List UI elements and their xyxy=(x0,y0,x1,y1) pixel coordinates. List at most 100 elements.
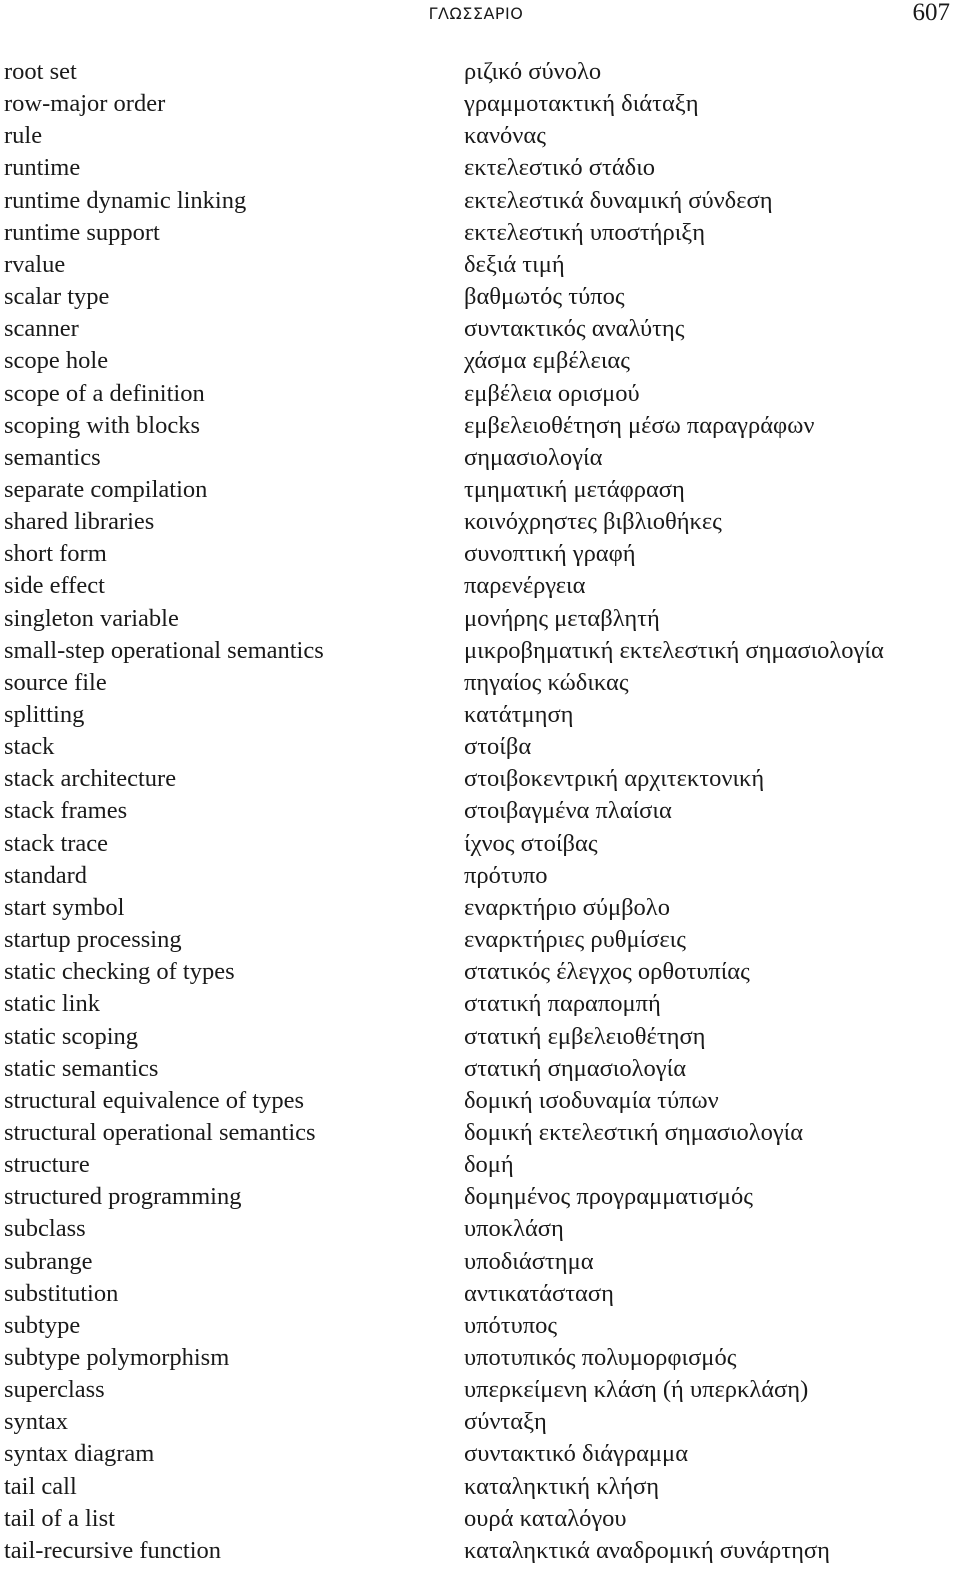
glossary-entry: syntax σύνταξη xyxy=(0,1406,960,1438)
english-term: small-step operational semantics xyxy=(4,636,324,664)
glossary-entry: standard πρότυπο xyxy=(0,860,960,892)
english-term: short form xyxy=(4,540,107,568)
english-term: stack trace xyxy=(4,829,109,857)
glossary-entry: rvalue δεξιά τιμή xyxy=(0,249,960,281)
greek-term: υποτυπικός πολυμορφισμός xyxy=(464,1344,737,1371)
glossary-entry: stack trace ίχνος στοίβας xyxy=(0,828,960,860)
greek-term: παρενέργεια xyxy=(464,572,586,600)
glossary-entry: subrange υποδιάστημα xyxy=(0,1246,960,1278)
english-term: runtime xyxy=(4,154,81,182)
english-term: startup processing xyxy=(4,926,182,954)
greek-term: δομική εκτελεστική σημασιολογία xyxy=(464,1118,804,1146)
greek-term: κανόνας xyxy=(464,122,546,150)
english-term: root set xyxy=(4,58,77,85)
english-term: rule xyxy=(4,122,43,150)
english-term: semantics xyxy=(4,443,101,471)
greek-term: συντακτικό διάγραμμα xyxy=(464,1440,689,1468)
greek-term: σύνταξη xyxy=(464,1408,547,1436)
glossary-entry: syntax diagram συντακτικό διάγραμμα xyxy=(0,1438,960,1470)
glossary-entry: superclass υπερκείμενη κλάση (ή υπερκλάση… xyxy=(0,1374,960,1406)
greek-term: υπότυπος xyxy=(464,1311,558,1339)
glossary-entry: runtime dynamic linking εκτελεστικά δυναμ… xyxy=(0,185,960,217)
greek-term: χάσμα εμβέλειας xyxy=(464,347,630,375)
greek-term: δομή xyxy=(464,1151,514,1179)
greek-term: εκτελεστική υποστήριξη xyxy=(464,218,706,246)
glossary-entry: semantics σημασιολογία xyxy=(0,442,960,474)
glossary-entry: start symbol εναρκτήριο σύμβολο xyxy=(0,892,960,924)
english-term: superclass xyxy=(4,1376,105,1404)
english-term: shared libraries xyxy=(4,508,155,536)
glossary-entry: static checking of types στατικός έλεγχος… xyxy=(0,956,960,988)
english-term: start symbol xyxy=(4,893,125,921)
english-term: source file xyxy=(4,668,107,696)
glossary-entry: small-step operational semantics μικροβημ… xyxy=(0,635,960,667)
english-term: syntax xyxy=(4,1408,68,1436)
english-term: scalar type xyxy=(4,283,110,311)
greek-term: βαθμωτός τύπος xyxy=(464,283,625,311)
english-term: separate compilation xyxy=(4,475,208,503)
glossary-entry: singleton variable μονήρης μεταβλητή xyxy=(0,603,960,635)
glossary-entry: structural equivalence of types δομική ισ… xyxy=(0,1085,960,1117)
english-term: structure xyxy=(4,1151,90,1179)
english-term: structural equivalence of types xyxy=(4,1086,305,1114)
english-term: scoping with blocks xyxy=(4,411,200,439)
english-term: stack frames xyxy=(4,797,128,825)
english-term: splitting xyxy=(4,701,85,728)
english-term: tail of a list xyxy=(4,1504,115,1532)
greek-term: αντικατάσταση xyxy=(464,1279,614,1307)
greek-term: εκτελεστικό στάδιο xyxy=(464,154,656,182)
english-term: scanner xyxy=(4,315,79,343)
glossary-entry: subtype polymorphism υποτυπικός πολυμορφι… xyxy=(0,1342,960,1374)
english-term: substitution xyxy=(4,1279,119,1307)
greek-term: ουρά καταλόγου xyxy=(464,1504,627,1532)
english-term: side effect xyxy=(4,572,105,600)
english-term: stack architecture xyxy=(4,765,177,793)
greek-term: μικροβηματική εκτελεστική σημασιολογία xyxy=(464,636,884,664)
greek-term: υπερκείμενη κλάση (ή υπερκλάση) xyxy=(464,1376,809,1404)
greek-term: καταληκτικά αναδρομική συνάρτηση xyxy=(464,1536,830,1564)
glossary-entry: scalar type βαθμωτός τύπος xyxy=(0,281,960,313)
greek-term: δομική ισοδυναμία τύπων xyxy=(464,1086,719,1114)
greek-term: δομημένος προγραμματισμός xyxy=(464,1183,753,1211)
glossary-entry: short form συνοπτική γραφή xyxy=(0,538,960,570)
english-term: structured programming xyxy=(4,1183,242,1211)
greek-term: σημασιολογία xyxy=(464,443,603,471)
glossary-entry: side effect παρενέργεια xyxy=(0,570,960,602)
glossary-entry: substitution αντικατάσταση xyxy=(0,1278,960,1310)
greek-term: ίχνος στοίβας xyxy=(464,829,598,857)
glossary-entry: stack στοίβα xyxy=(0,731,960,763)
english-term: syntax diagram xyxy=(4,1440,155,1468)
greek-term: εμβελειοθέτηση μέσω παραγράφων xyxy=(464,411,815,439)
english-term: runtime support xyxy=(4,218,160,246)
glossary-entry: static link στατική παραπομπή xyxy=(0,988,960,1020)
glossary-entry: stack architecture στοιβοκεντρική αρχιτεκ… xyxy=(0,763,960,795)
page-number: 607 xyxy=(912,0,951,26)
english-term: static scoping xyxy=(4,1022,139,1050)
greek-term: υποδιάστημα xyxy=(464,1247,594,1275)
greek-term: μονήρης μεταβλητή xyxy=(464,604,660,632)
running-head: ΓΛΩΣΣΑΡΙΟ xyxy=(0,2,960,26)
glossary-entry: subtype υπότυπος xyxy=(0,1310,960,1342)
glossary-entry: scope hole χάσμα εμβέλειας xyxy=(0,345,960,377)
greek-term: εναρκτήριες ρυθμίσεις xyxy=(464,926,686,954)
greek-term: στοιβαγμένα πλαίσια xyxy=(464,797,672,825)
greek-term: στατική παραπομπή xyxy=(464,990,661,1018)
greek-term: εναρκτήριο σύμβολο xyxy=(464,893,670,921)
greek-term: δεξιά τιμή xyxy=(464,250,565,278)
english-term: static link xyxy=(4,990,100,1018)
glossary-entry: rule κανόνας xyxy=(0,120,960,152)
glossary-entry: tail of a list ουρά καταλόγου xyxy=(0,1503,960,1535)
greek-term: υποκλάση xyxy=(464,1215,564,1243)
greek-term: γραμμοτακτική διάταξη xyxy=(464,90,699,118)
english-term: subrange xyxy=(4,1247,93,1275)
greek-term: στατική εμβελειοθέτηση xyxy=(464,1022,706,1050)
glossary-entry: static scoping στατική εμβελειοθέτηση xyxy=(0,1021,960,1053)
glossary-entry: subclass υποκλάση xyxy=(0,1213,960,1245)
greek-term: εκτελεστικά δυναμική σύνδεση xyxy=(464,186,773,214)
english-term: subtype xyxy=(4,1311,81,1339)
greek-term: στατικός έλεγχος ορθοτυπίας xyxy=(464,958,750,986)
glossary-entry: scanner συντακτικός αναλύτης xyxy=(0,313,960,345)
greek-term: πηγαίος κώδικας xyxy=(464,668,629,696)
glossary-entry: separate compilation τμηματική μετάφραση xyxy=(0,474,960,506)
glossary-entry: row-major order γραμμοτακτική διάταξη xyxy=(0,88,960,120)
